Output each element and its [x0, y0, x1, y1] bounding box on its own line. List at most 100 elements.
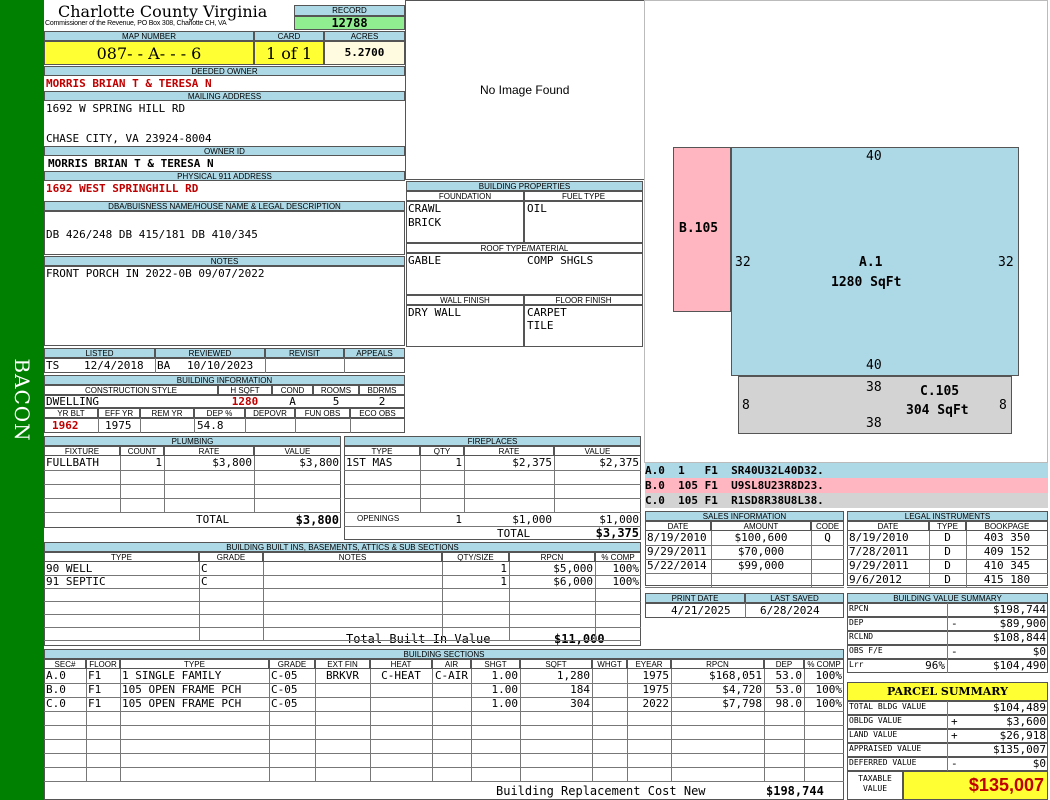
dep-value: 54.8 — [197, 419, 224, 432]
builtins-cell: 100% — [612, 575, 640, 588]
roof-material: COMP SHGLS — [527, 254, 594, 267]
sections-cell: C-HEAT — [381, 669, 421, 682]
physical-address: 1692 WEST SPRINGHILL RD — [46, 182, 199, 195]
sections-cell: A.0 — [46, 669, 66, 682]
rcn-value: $198,744 — [766, 784, 824, 798]
sales-cell: 8/19/2010 — [647, 531, 707, 544]
mailing-line-1: 1692 W SPRING HILL RD — [46, 102, 186, 115]
yrblt-value: 1962 — [52, 419, 79, 432]
sketch-code-2: C.0 105 F1 R1SD8R38U8L38. — [645, 493, 1048, 508]
construction-style: DWELLING — [46, 395, 99, 408]
openings-rate: $1,000 — [512, 513, 552, 526]
construction-style-label: CONSTRUCTION STYLE — [44, 385, 218, 395]
rooms-label: ROOMS — [313, 385, 359, 395]
sections-header-8: SQFT — [520, 659, 592, 669]
sketch-c-area: 304 SqFt — [906, 403, 969, 418]
sections-cell: F1 — [88, 683, 102, 696]
sales-cell: $100,600 — [734, 531, 788, 544]
sketch-a-top: 40 — [866, 149, 882, 164]
mailing-address-label: MAILING ADDRESS — [44, 91, 405, 101]
fireplaces-header-0: TYPE — [344, 446, 420, 456]
builtins-header-1: GRADE — [199, 552, 263, 562]
plumbing-cell: $3,800 — [212, 456, 252, 469]
sections-cell: 304 — [570, 697, 590, 710]
legal-cell: 410 345 — [983, 559, 1031, 572]
parcel-value: $0 — [1032, 757, 1046, 770]
cond-value: A — [289, 395, 296, 408]
sidebar-label: BACON — [10, 358, 34, 442]
bvs-label: OBS F/E — [849, 646, 883, 655]
parcel-value: $104,489 — [993, 701, 1046, 714]
builtins-header-4: RPCN — [509, 552, 595, 562]
plumbing-header-1: COUNT — [120, 446, 164, 456]
sales-cell: $70,000 — [737, 545, 785, 558]
sections-cell: 1975 — [642, 669, 670, 682]
sections-header-1: FLOOR — [86, 659, 120, 669]
parcel-label: TOTAL BLDG VALUE — [849, 702, 927, 711]
sketch-code-0: A.0 1 F1 SR40U32L40D32. — [645, 463, 1048, 478]
sections-header-10: EYEAR — [627, 659, 671, 669]
sections-cell: C-AIR — [434, 669, 469, 682]
legal-cell: D — [944, 559, 951, 572]
openings-qty: 1 — [455, 513, 462, 526]
cond-label: COND — [272, 385, 313, 395]
ecoobs-label: ECO OBS — [350, 408, 405, 418]
builtins-cell: 91 SEPTIC — [46, 575, 106, 588]
builtins-header-2: NOTES — [263, 552, 442, 562]
sections-cell: 2022 — [642, 697, 670, 710]
legal-cell: 9/29/2011 — [849, 559, 909, 572]
parcel-label: OBLDG VALUE — [849, 716, 902, 725]
print-date-label: PRINT DATE — [645, 593, 745, 603]
hsqft-value: 1280 — [231, 395, 259, 408]
dba-label: DBA/BUISNESS NAME/HOUSE NAME & LEGAL DES… — [44, 201, 405, 211]
physical-address-label: PHYSICAL 911 ADDRESS — [44, 171, 405, 181]
openings-label: OPENINGS — [357, 514, 400, 523]
acres-label: ACRES — [324, 31, 405, 41]
builtins-header-0: TYPE — [44, 552, 199, 562]
plumbing-total-label: TOTAL — [196, 513, 230, 526]
yrblt-label: YR BLT — [44, 408, 98, 418]
plumbing-title: PLUMBING — [44, 436, 341, 446]
plumbing-cell: $3,800 — [299, 456, 339, 469]
bvs-title: BUILDING VALUE SUMMARY — [847, 593, 1048, 603]
mailing-line-2: CHASE CITY, VA 23924-8004 — [46, 132, 212, 145]
card-label: CARD — [254, 31, 324, 41]
sections-header-6: AIR — [432, 659, 471, 669]
legal-cell: 7/28/2011 — [849, 545, 909, 558]
taxable-label-2: VALUE — [862, 784, 888, 793]
plumbing-header-3: VALUE — [254, 446, 341, 456]
bvs-value: $104,490 — [993, 659, 1046, 672]
revisit-label: REVISIT — [265, 348, 344, 358]
rooms-value: 5 — [332, 395, 340, 408]
builtins-cell: C — [201, 575, 208, 588]
sections-header-5: HEAT — [370, 659, 432, 669]
dba-value: DB 426/248 DB 415/181 DB 410/345 — [46, 228, 258, 241]
fireplaces-cell: $2,375 — [512, 456, 552, 469]
dep-label: DEP % — [194, 408, 245, 418]
county-title: Charlotte County Virginia — [58, 2, 268, 21]
bvs-label: RCLND — [849, 632, 874, 641]
legal-cell: D — [944, 531, 951, 544]
sections-cell: BRKVR — [325, 669, 360, 682]
taxable-value: $135,007 — [903, 771, 1048, 800]
sales-cell: Q — [824, 531, 831, 544]
listed-by: TS — [46, 359, 60, 372]
fuel-type-label: FUEL TYPE — [524, 191, 643, 201]
builtins-total: $11,000 — [554, 632, 605, 646]
builtins-cell: 1 — [500, 562, 507, 575]
fireplaces-cell: 1 — [455, 456, 462, 469]
bvs-value: $0 — [1032, 645, 1046, 658]
sketch-a-left: 32 — [735, 255, 751, 270]
sections-cell: B.0 — [46, 683, 66, 696]
fireplaces-cell: 1ST MAS — [346, 456, 393, 469]
plumbing-header-2: RATE — [164, 446, 254, 456]
bvs-label: Lrr — [849, 660, 864, 669]
sections-cell: C-05 — [271, 683, 298, 696]
building-sections-title: BUILDING SECTIONS — [44, 649, 844, 659]
sections-cell: 1.00 — [491, 669, 519, 682]
commissioner-address: Commissioner of the Revenue, PO Box 308,… — [45, 20, 227, 27]
fireplaces-header-1: QTY — [420, 446, 464, 456]
sections-cell: 100% — [815, 683, 843, 696]
sections-cell: 1 SINGLE FAMILY — [122, 669, 222, 682]
parcel-summary-title: PARCEL SUMMARY — [847, 682, 1048, 701]
